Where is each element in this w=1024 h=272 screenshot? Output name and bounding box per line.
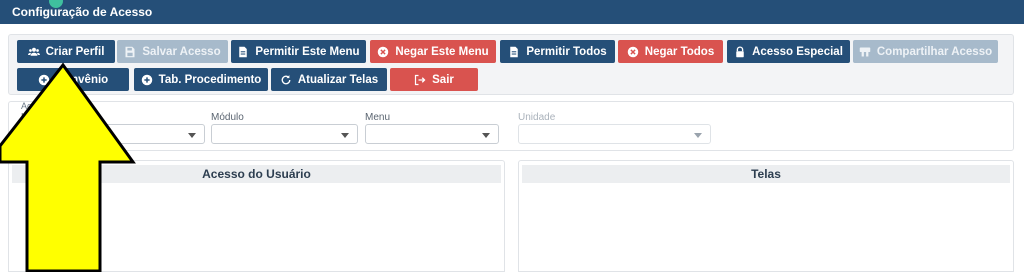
deny-all-button[interactable]: Negar Todos (618, 40, 723, 63)
unit-field-label: Unidade (518, 112, 556, 123)
allow-this-menu-label: Permitir Este Menu (255, 45, 360, 58)
chevron-down-icon (188, 133, 196, 138)
menu-field-label: Menu (365, 112, 391, 123)
refresh-icon (280, 74, 292, 86)
window-title: Configuração de Acesso (12, 5, 153, 19)
up-arrow-annotation-icon (0, 62, 136, 272)
screens-panel: Telas (518, 160, 1014, 272)
exit-label: Sair (432, 73, 454, 86)
title-bar: Configuração de Acesso (0, 0, 1024, 24)
allow-all-label: Permitir Todos (526, 45, 607, 58)
module-select[interactable] (211, 124, 358, 144)
times-circle-icon (627, 46, 639, 58)
chevron-down-icon (694, 133, 702, 138)
chevron-down-icon (341, 133, 349, 138)
deny-all-label: Negar Todos (644, 45, 715, 58)
deny-this-menu-label: Negar Este Menu (395, 45, 489, 58)
allow-all-button[interactable]: Permitir Todos (500, 40, 615, 63)
plus-circle-icon (141, 74, 153, 86)
lock-icon (734, 46, 746, 58)
access-filters: Ace U Módulo Menu Unidade (8, 101, 1014, 151)
share-access-button[interactable]: Compartilhar Acesso (853, 40, 998, 63)
menu-select[interactable] (365, 124, 499, 144)
exit-button[interactable]: Sair (390, 68, 478, 91)
create-profile-label: Criar Perfil (45, 45, 105, 58)
module-field-label: Módulo (211, 112, 244, 123)
users-icon (27, 46, 40, 58)
screens-panel-title: Telas (522, 165, 1010, 183)
deny-this-menu-button[interactable]: Negar Este Menu (370, 40, 496, 63)
tab-procedimento-label: Tab. Procedimento (158, 73, 262, 86)
special-access-button[interactable]: Acesso Especial (727, 40, 850, 63)
save-access-label: Salvar Acesso (142, 45, 221, 58)
sign-out-icon (414, 74, 426, 86)
refresh-screens-button[interactable]: Atualizar Telas (271, 68, 387, 91)
refresh-screens-label: Atualizar Telas (297, 73, 379, 86)
unit-select[interactable] (518, 124, 711, 144)
share-icon (859, 46, 871, 58)
create-profile-button[interactable]: Criar Perfil (17, 40, 115, 63)
tab-procedimento-button[interactable]: Tab. Procedimento (134, 68, 268, 91)
times-circle-icon (377, 46, 389, 58)
chevron-down-icon (482, 133, 490, 138)
allow-this-menu-button[interactable]: Permitir Este Menu (231, 40, 366, 63)
save-access-button[interactable]: Salvar Acesso (117, 40, 228, 63)
toolbar: Criar Perfil Salvar Acesso Permitir Este… (8, 34, 1014, 95)
special-access-label: Acesso Especial (752, 45, 843, 58)
share-access-label: Compartilhar Acesso (876, 45, 993, 58)
save-icon (124, 46, 136, 58)
document-icon (237, 46, 249, 58)
document-icon (508, 46, 520, 58)
